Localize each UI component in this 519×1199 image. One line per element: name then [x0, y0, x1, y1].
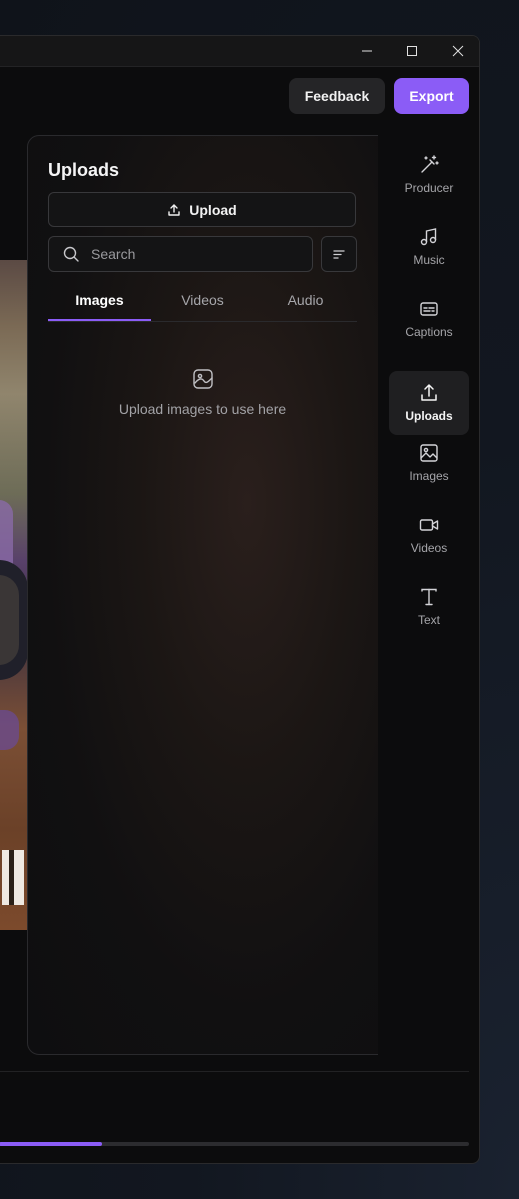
- search-box[interactable]: [48, 236, 313, 272]
- rail-item-label: Videos: [410, 541, 448, 555]
- maximize-button[interactable]: [389, 36, 435, 66]
- minimize-icon: [362, 50, 372, 52]
- image-placeholder-icon: [192, 369, 213, 389]
- panel-title: Uploads: [48, 160, 120, 180]
- feedback-button[interactable]: Feedback: [289, 78, 385, 114]
- rail-item-label: Captions: [405, 325, 453, 339]
- rail-item-producer[interactable]: Producer: [389, 143, 469, 207]
- tab-images[interactable]: Images: [48, 284, 151, 321]
- upload-button[interactable]: Upload: [48, 192, 356, 227]
- search-icon: [63, 246, 79, 262]
- search-input[interactable]: [89, 245, 293, 263]
- app-window: Feedback Export Uploads Upload Images Vi…: [0, 35, 480, 1164]
- empty-state: Upload images to use here: [48, 368, 357, 417]
- tab-videos[interactable]: Videos: [151, 284, 254, 321]
- maximize-icon: [407, 46, 417, 56]
- close-window-button[interactable]: [435, 36, 479, 66]
- rail-item-images[interactable]: Images: [389, 431, 469, 495]
- rail-item-text[interactable]: Text: [389, 575, 469, 639]
- close-icon: [452, 45, 464, 57]
- uploads-panel: Uploads Upload Images Videos Audio: [27, 135, 427, 1055]
- rail-item-uploads[interactable]: Uploads: [389, 371, 469, 435]
- music-note-icon: [420, 228, 437, 246]
- rail-item-label: Music: [413, 253, 445, 267]
- timeline-progress: [0, 1142, 103, 1146]
- video-camera-icon: [419, 519, 439, 531]
- sort-icon: [333, 250, 345, 259]
- rail-item-label: Uploads: [405, 409, 453, 423]
- media-tabs: Images Videos Audio: [48, 284, 357, 322]
- text-icon: [421, 588, 437, 606]
- upload-icon: [168, 203, 180, 216]
- upload-icon: [421, 384, 437, 401]
- rail-item-music[interactable]: Music: [389, 215, 469, 279]
- upload-button-label: Upload: [189, 201, 237, 218]
- rail-item-label: Text: [417, 613, 440, 627]
- video-preview[interactable]: [0, 260, 28, 930]
- bottom-divider: [0, 1071, 469, 1072]
- title-bar: [0, 36, 479, 67]
- image-icon: [420, 444, 438, 462]
- rail-item-videos[interactable]: Videos: [389, 503, 469, 567]
- export-button[interactable]: Export: [394, 78, 469, 114]
- empty-state-message: Upload images to use here: [118, 401, 287, 417]
- tab-audio[interactable]: Audio: [254, 284, 357, 321]
- rail-item-label: Producer: [404, 181, 454, 195]
- minimize-button[interactable]: [344, 36, 390, 66]
- magic-wand-icon: [421, 155, 439, 173]
- rail-item-captions[interactable]: Captions: [389, 287, 469, 351]
- captions-icon: [420, 302, 438, 316]
- rail-item-label: Images: [409, 469, 449, 483]
- sort-button[interactable]: [321, 236, 357, 272]
